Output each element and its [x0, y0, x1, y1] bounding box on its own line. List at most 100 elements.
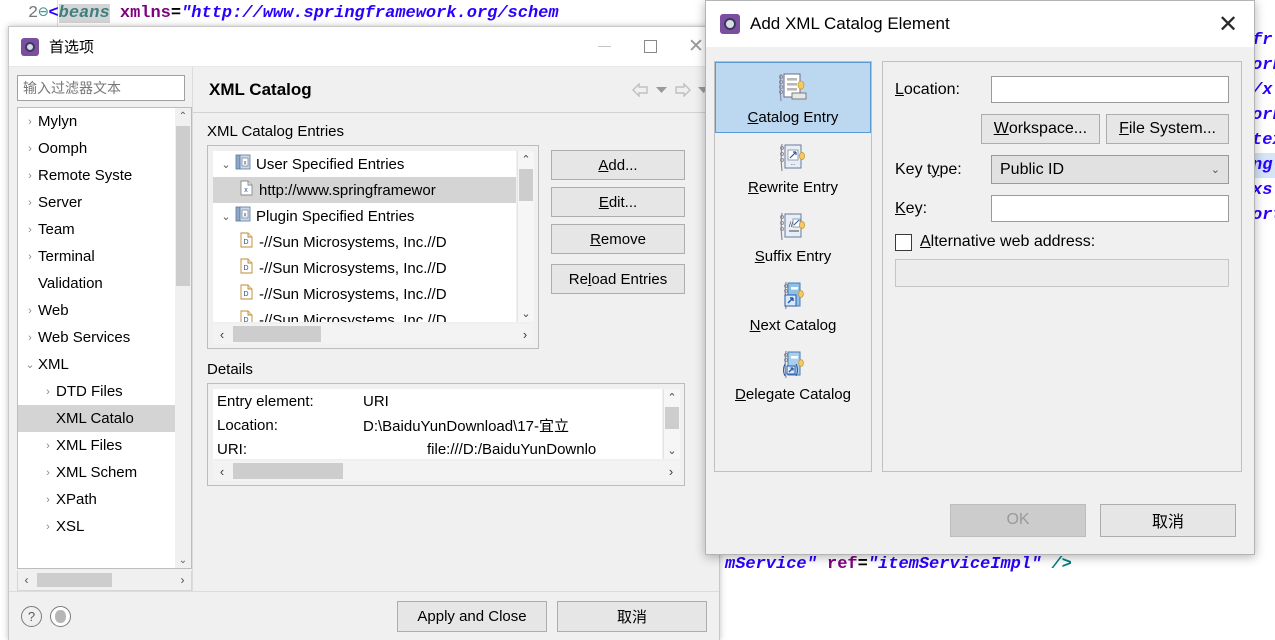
sidebar-item-dtd-files[interactable]: › DTD Files	[18, 378, 175, 405]
key-type-select[interactable]: Public ID ⌄	[991, 155, 1229, 184]
type-item-rewrite-entry[interactable]: ... Rewrite Entry	[715, 133, 871, 202]
sidebar-item-team[interactable]: › Team	[18, 216, 175, 243]
preferences-tree-horizontal-scrollbar[interactable]: ‹ ›	[17, 571, 192, 591]
type-item-label: Delegate Catalog	[735, 386, 851, 403]
preferences-cancel-button[interactable]: 取消	[557, 600, 707, 632]
svg-text:...: ...	[790, 161, 795, 167]
catalog-entry-label: http://www.springframewor	[259, 181, 436, 199]
filter-input[interactable]: 输入过滤器文本	[17, 75, 185, 101]
minimize-button[interactable]	[581, 27, 627, 67]
catalog-entry-sun-dtd[interactable]: D -//Sun Microsystems, Inc.//D	[213, 255, 516, 281]
edit-button[interactable]: Edit...	[551, 187, 685, 217]
entries-vertical-scrollbar[interactable]: ⌃ ⌄	[517, 151, 534, 322]
maximize-button[interactable]	[627, 27, 673, 67]
remove-button-mnemonic: R	[590, 230, 601, 248]
type-item-delegate-catalog[interactable]: Delegate Catalog	[715, 340, 871, 409]
file-system-button[interactable]: File System...	[1106, 114, 1229, 144]
key-input[interactable]	[991, 195, 1229, 222]
catalog-entry-sun-dtd[interactable]: D -//Sun Microsystems, Inc.//D	[213, 307, 516, 322]
scroll-down-icon[interactable]: ⌄	[518, 305, 534, 322]
catalog-element-type-list[interactable]: Catalog Entry ... Rewrite Entry // Suffi…	[714, 61, 872, 472]
scrollbar-thumb[interactable]	[665, 407, 679, 429]
help-icon[interactable]: ?	[21, 605, 42, 627]
sidebar-item-web-services[interactable]: › Web Services	[18, 324, 175, 351]
remove-button[interactable]: Remove	[551, 224, 685, 254]
details-vertical-scrollbar[interactable]: ⌃ ⌄	[663, 389, 680, 459]
edge-fragment: ng	[1252, 153, 1275, 178]
back-arrow-icon[interactable]	[632, 82, 649, 97]
apply-and-close-button[interactable]: Apply and Close	[397, 600, 547, 632]
entries-action-buttons: Add... Edit... Remove Re l oad Entries	[551, 145, 685, 349]
scrollbar-thumb[interactable]	[233, 463, 343, 479]
alternative-web-address-row[interactable]: Alternative web address:	[895, 233, 1229, 251]
page-title: XML Catalog	[209, 79, 312, 99]
catalog-node-user-specified[interactable]: ⌄ x User Specified Entries	[213, 151, 516, 177]
preferences-tree-vertical-scrollbar[interactable]: ⌃ ⌄	[175, 108, 191, 568]
sidebar-item-xpath[interactable]: › XPath	[18, 486, 175, 513]
catalog-node-plugin-specified[interactable]: ⌄ x Plugin Specified Entries	[213, 203, 516, 229]
sidebar-item-oomph[interactable]: › Oomph	[18, 135, 175, 162]
pin-icon[interactable]	[50, 605, 71, 627]
location-row: Location:	[895, 76, 1229, 103]
workspace-button[interactable]: Workspace...	[980, 114, 1101, 144]
type-item-suffix-entry[interactable]: // Suffix Entry	[715, 202, 871, 271]
code-equals-2: =	[857, 555, 868, 574]
catalog-entry-springframework[interactable]: x http://www.springframewor	[213, 177, 516, 203]
sidebar-item-terminal[interactable]: › Terminal	[18, 243, 175, 270]
scroll-up-icon[interactable]: ⌃	[518, 151, 534, 168]
entries-row: ⌄ x User Specified Entries x http://www.…	[207, 145, 705, 349]
sidebar-item-validation[interactable]: Validation	[18, 270, 175, 297]
sidebar-item-xsl[interactable]: › XSL	[18, 513, 175, 540]
scrollbar-thumb[interactable]	[233, 326, 321, 342]
scroll-up-icon[interactable]: ⌃	[175, 108, 191, 124]
scrollbar-thumb[interactable]	[176, 126, 190, 286]
scroll-up-icon[interactable]: ⌃	[664, 389, 680, 406]
forward-arrow-icon[interactable]	[674, 82, 691, 97]
alternative-web-address-checkbox[interactable]	[895, 233, 912, 251]
type-item-label: Suffix Entry	[754, 248, 832, 265]
alternative-web-address-input	[895, 259, 1229, 287]
reload-button-label: oad Entries	[591, 270, 668, 288]
dialog-cancel-button[interactable]: 取消	[1100, 503, 1236, 537]
catalog-entry-icon	[774, 71, 812, 105]
location-label: Location:	[895, 80, 960, 98]
sidebar-item-label: XSL	[56, 518, 85, 535]
scroll-right-icon[interactable]: ›	[662, 461, 680, 481]
details-horizontal-scrollbar[interactable]: ‹ ›	[213, 461, 680, 481]
scroll-down-icon[interactable]: ⌄	[175, 552, 191, 568]
code-equals: =	[170, 4, 182, 23]
dialog-close-button[interactable]: ✕	[1210, 4, 1246, 44]
reload-entries-button[interactable]: Re l oad Entries	[551, 264, 685, 294]
add-button[interactable]: Add...	[551, 150, 685, 180]
location-input[interactable]	[991, 76, 1229, 103]
scroll-right-icon[interactable]: ›	[516, 324, 534, 344]
catalog-entry-sun-dtd[interactable]: D -//Sun Microsystems, Inc.//D	[213, 229, 516, 255]
entries-horizontal-scrollbar[interactable]: ‹ ›	[213, 324, 534, 344]
scroll-left-icon[interactable]: ‹	[18, 571, 35, 589]
ok-button[interactable]: OK	[950, 503, 1086, 537]
scroll-down-icon[interactable]: ⌄	[664, 442, 680, 459]
sidebar-item-xml[interactable]: ⌄ XML	[18, 351, 175, 378]
sidebar-item-xml-schema[interactable]: › XML Schem	[18, 459, 175, 486]
catalog-entries-tree[interactable]: ⌄ x User Specified Entries x http://www.…	[207, 145, 539, 349]
sidebar-item-label: Team	[38, 221, 75, 238]
scrollbar-thumb[interactable]	[37, 573, 112, 587]
scrollbar-thumb[interactable]	[519, 169, 533, 201]
scroll-left-icon[interactable]: ‹	[213, 324, 231, 344]
type-item-next-catalog[interactable]: Next Catalog	[715, 271, 871, 340]
sidebar-item-mylyn[interactable]: › Mylyn	[18, 108, 175, 135]
sidebar-item-server[interactable]: › Server	[18, 189, 175, 216]
sidebar-item-web[interactable]: › Web	[18, 297, 175, 324]
scroll-left-icon[interactable]: ‹	[213, 461, 231, 481]
catalog-entry-sun-dtd[interactable]: D -//Sun Microsystems, Inc.//D	[213, 281, 516, 307]
sidebar-item-xml-catalog[interactable]: XML Catalo	[18, 405, 175, 432]
dialog-title: Add XML Catalog Element	[750, 14, 950, 33]
back-menu-chevron-down-icon[interactable]	[656, 86, 667, 94]
sidebar-item-xml-files[interactable]: › XML Files	[18, 432, 175, 459]
preferences-tree[interactable]: › Mylyn › Oomph › Remote Syste › Server › Tea…	[17, 107, 192, 569]
scroll-right-icon[interactable]: ›	[174, 571, 191, 589]
sidebar-item-remote-systems[interactable]: › Remote Syste	[18, 162, 175, 189]
key-type-label: Key type:	[895, 160, 962, 178]
svg-text:D: D	[243, 239, 248, 246]
type-item-catalog-entry[interactable]: Catalog Entry	[715, 62, 871, 133]
